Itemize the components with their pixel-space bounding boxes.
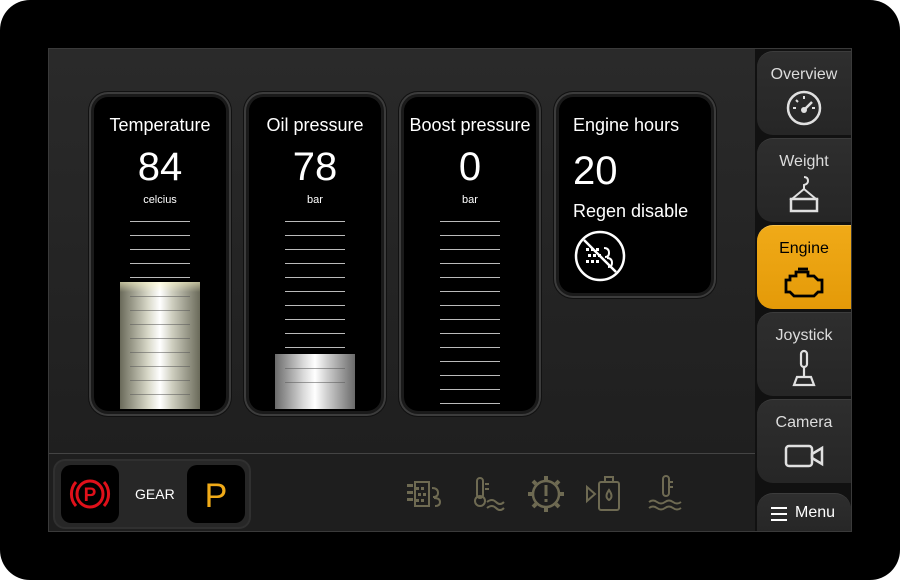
park-brake-icon: P (69, 479, 111, 509)
gauge-scale-tick (440, 403, 500, 404)
gauge-level-bar (120, 282, 200, 409)
weight-hook-icon (789, 176, 819, 213)
gauge-scale-tick (285, 291, 345, 292)
gauge-scale-tick (440, 333, 500, 334)
nav-item-overview[interactable]: Overview (757, 51, 851, 135)
gauge-level-bar (275, 354, 355, 409)
gauge-unit: bar (307, 194, 323, 206)
gauge-scale-tick (285, 263, 345, 264)
gear-panel: P GEAR P (55, 461, 249, 527)
regen-status-label: Regen disable (573, 201, 689, 221)
nav-item-camera[interactable]: Camera (757, 399, 851, 483)
gauge-scale-tick (440, 305, 500, 306)
engine-icon (784, 267, 824, 298)
gauge-bar-tick (130, 296, 190, 297)
gauge-bar-tick (130, 310, 190, 311)
gauge-bar-tick (130, 338, 190, 339)
gauge-unit: bar (462, 194, 478, 206)
gauge-scale-tick (440, 375, 500, 376)
nav-item-label: Overview (770, 66, 838, 83)
coolant-temperature-icon (648, 475, 682, 511)
gear-value: P (204, 477, 228, 515)
nav-item-label: Weight (779, 153, 829, 170)
gauge-bar-tick (285, 382, 345, 383)
nav-item-engine[interactable]: Engine (757, 225, 851, 309)
engine-hours-card: Engine hours 20 Regen disable (559, 97, 711, 293)
svg-text:P: P (84, 485, 97, 506)
engine-hours-value: 20 (573, 149, 618, 193)
gear-label: GEAR (135, 486, 175, 502)
temperature-gauge: Temperature 84 celcius (94, 97, 226, 411)
gauge-scale-tick (440, 361, 500, 362)
gauge-scale-tick (440, 291, 500, 292)
speedometer-icon (786, 90, 822, 126)
gauge-scale-tick (440, 235, 500, 236)
nav-item-label: Engine (779, 240, 829, 257)
gauge-scale-tick (285, 277, 345, 278)
gauge-bar-tick (285, 368, 345, 369)
gauge-bar-tick (130, 380, 190, 381)
sidebar-nav: Overview Weight Engine Joystick Camera M… (755, 49, 851, 531)
gauge-scale-tick (285, 235, 345, 236)
gauge-bar-tick (130, 324, 190, 325)
gauge-value: 0 (458, 145, 482, 189)
gauge-scale-tick (285, 249, 345, 250)
gauge-scale-tick (440, 319, 500, 320)
joystick-icon (792, 349, 816, 387)
gauge-title: Temperature (109, 115, 211, 135)
nav-item-label: Camera (775, 414, 833, 431)
gauge-bar-tick (130, 366, 190, 367)
gauge-scale-tick (130, 249, 190, 250)
gauge-scale-tick (130, 263, 190, 264)
gauge-scale-tick (440, 221, 500, 222)
gauge-scale-tick (285, 347, 345, 348)
gauge-scale-tick (440, 347, 500, 348)
gauge-title: Oil pressure (266, 115, 364, 135)
gauge-scale-tick (440, 263, 500, 264)
gauge-scale-tick (285, 305, 345, 306)
nav-item-label: Joystick (775, 327, 833, 344)
gauge-scale-tick (285, 319, 345, 320)
gauge-scale-tick (130, 235, 190, 236)
exhaust-filter-icon (407, 481, 442, 507)
gauge-scale-tick (130, 277, 190, 278)
engine-hours-title: Engine hours (573, 115, 680, 135)
park-brake-indicator: P (61, 465, 119, 523)
menu-label: Menu (795, 504, 836, 521)
bottom-status-bar: P GEAR P (49, 453, 755, 531)
gauge-scale-tick (285, 333, 345, 334)
transmission-warning-icon (528, 476, 564, 512)
gauge-bar-tick (130, 352, 190, 353)
gauge-title: Boost pressure (409, 115, 531, 135)
gauge-scale-tick (440, 277, 500, 278)
gauge-scale-tick (285, 221, 345, 222)
hamburger-menu-icon (771, 507, 787, 521)
fuel-filter-water-icon (586, 476, 620, 511)
gauge-value: 84 (137, 145, 183, 189)
engine-main-area: Temperature 84 celcius Oil pressure 78 b… (49, 49, 755, 453)
nav-item-weight[interactable]: Weight (757, 138, 851, 222)
nav-item-joystick[interactable]: Joystick (757, 312, 851, 396)
gauge-value: 78 (292, 145, 338, 189)
gear-indicator: P (187, 465, 245, 523)
gauge-scale-tick (130, 221, 190, 222)
gauge-unit: celcius (143, 194, 177, 206)
boost-pressure-gauge: Boost pressure 0 bar (404, 97, 536, 411)
screen: Temperature 84 celcius Oil pressure 78 b… (48, 48, 852, 532)
gauge-bar-tick (130, 394, 190, 395)
exhaust-temperature-icon (474, 477, 505, 511)
gauge-scale (440, 221, 500, 404)
oil-pressure-gauge: Oil pressure 78 bar (249, 97, 381, 411)
gauge-scale-tick (440, 389, 500, 390)
menu-button[interactable]: Menu (757, 493, 851, 531)
display-bezel: Temperature 84 celcius Oil pressure 78 b… (0, 0, 900, 580)
gauge-scale-tick (440, 249, 500, 250)
camera-icon (784, 444, 824, 468)
regen-disabled-icon (574, 230, 626, 282)
